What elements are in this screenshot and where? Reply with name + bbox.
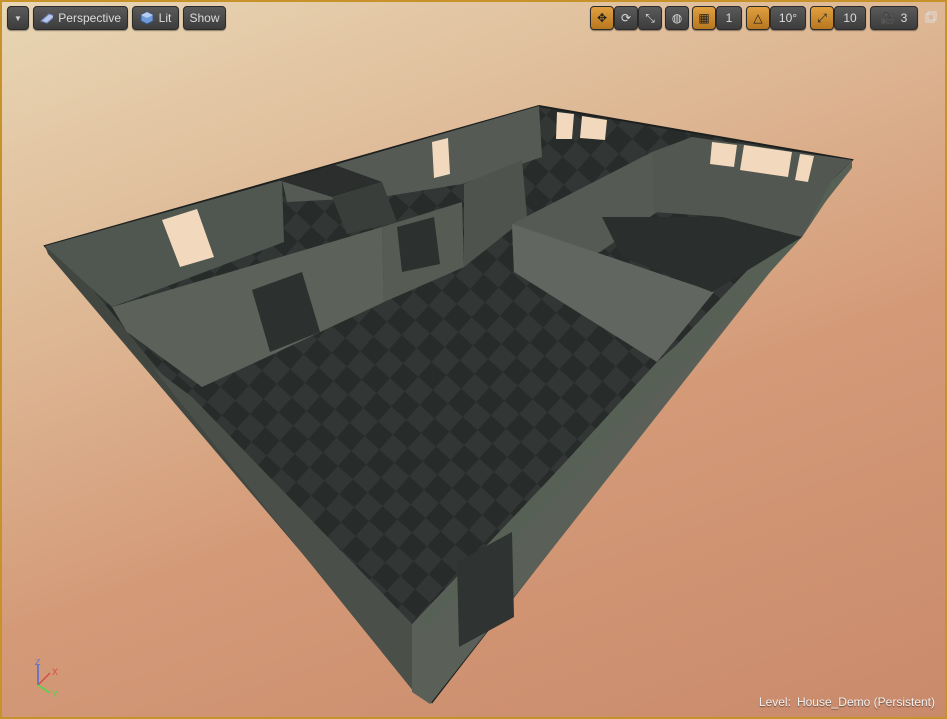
level-viewport[interactable]: ▼ Perspective Lit Show ✥ ⟳ ⤡ ◍ ▦ 1 △ 10°… xyxy=(0,0,947,719)
lit-button[interactable]: Lit xyxy=(132,6,179,30)
grid-icon: ▦ xyxy=(698,11,710,25)
camera-view-icon xyxy=(40,13,54,24)
maximize-viewport-icon[interactable] xyxy=(925,11,937,23)
level-name: House_Demo (Persistent) xyxy=(796,695,935,709)
lit-cube-icon xyxy=(140,11,154,25)
rotation-snap-label: 10° xyxy=(778,11,798,25)
grid-snap-label: 1 xyxy=(725,11,733,25)
scale-mode-button[interactable]: ⤡ xyxy=(638,6,662,30)
camera-speed-button[interactable]: 🎥 3 xyxy=(870,6,918,30)
axis-z-label: Z xyxy=(35,659,41,667)
perspective-button[interactable]: Perspective xyxy=(33,6,128,30)
level-label: Level: xyxy=(758,695,791,709)
camera-speed-label: 3 xyxy=(900,11,908,25)
grid-snap-toggle[interactable]: ▦ xyxy=(692,6,716,30)
window-back-a xyxy=(556,112,574,139)
scale-snap-label: 10 xyxy=(843,11,857,25)
translate-mode-button[interactable]: ✥ xyxy=(590,6,614,30)
level-status: Level: House_Demo (Persistent) xyxy=(759,695,935,709)
viewport-options-button[interactable]: ▼ xyxy=(7,6,29,30)
rotation-snap-toggle[interactable]: △ xyxy=(746,6,770,30)
window-middle xyxy=(432,138,450,178)
camera-speed-icon: 🎥 xyxy=(880,11,896,25)
window-right-a xyxy=(710,142,737,167)
window-back-b xyxy=(580,116,607,140)
axis-gizmo: Z X Y xyxy=(35,659,58,699)
show-label: Show xyxy=(189,11,220,25)
scale-snap-toggle[interactable]: ⤢ xyxy=(810,6,834,30)
view-mode-label: Perspective xyxy=(58,11,121,25)
scene-render[interactable] xyxy=(2,2,947,719)
rotation-snap-value[interactable]: 10° xyxy=(770,6,806,30)
axis-x-label: X xyxy=(52,667,58,677)
world-local-toggle[interactable]: ◍ xyxy=(665,6,689,30)
rotate-icon: ⟳ xyxy=(620,11,632,25)
lighting-label: Lit xyxy=(158,11,172,25)
globe-icon: ◍ xyxy=(671,11,683,25)
chevron-down-icon: ▼ xyxy=(14,13,22,23)
scale-snap-icon: ⤢ xyxy=(817,10,827,25)
show-button[interactable]: Show xyxy=(183,6,226,30)
move-arrows-icon: ✥ xyxy=(596,11,608,25)
rotate-mode-button[interactable]: ⟳ xyxy=(614,6,638,30)
grid-snap-value[interactable]: 1 xyxy=(716,6,742,30)
angle-icon: △ xyxy=(753,11,763,25)
scale-arrow-icon: ⤡ xyxy=(645,10,655,25)
scale-snap-value[interactable]: 10 xyxy=(834,6,866,30)
axis-y-label: Y xyxy=(52,689,58,699)
